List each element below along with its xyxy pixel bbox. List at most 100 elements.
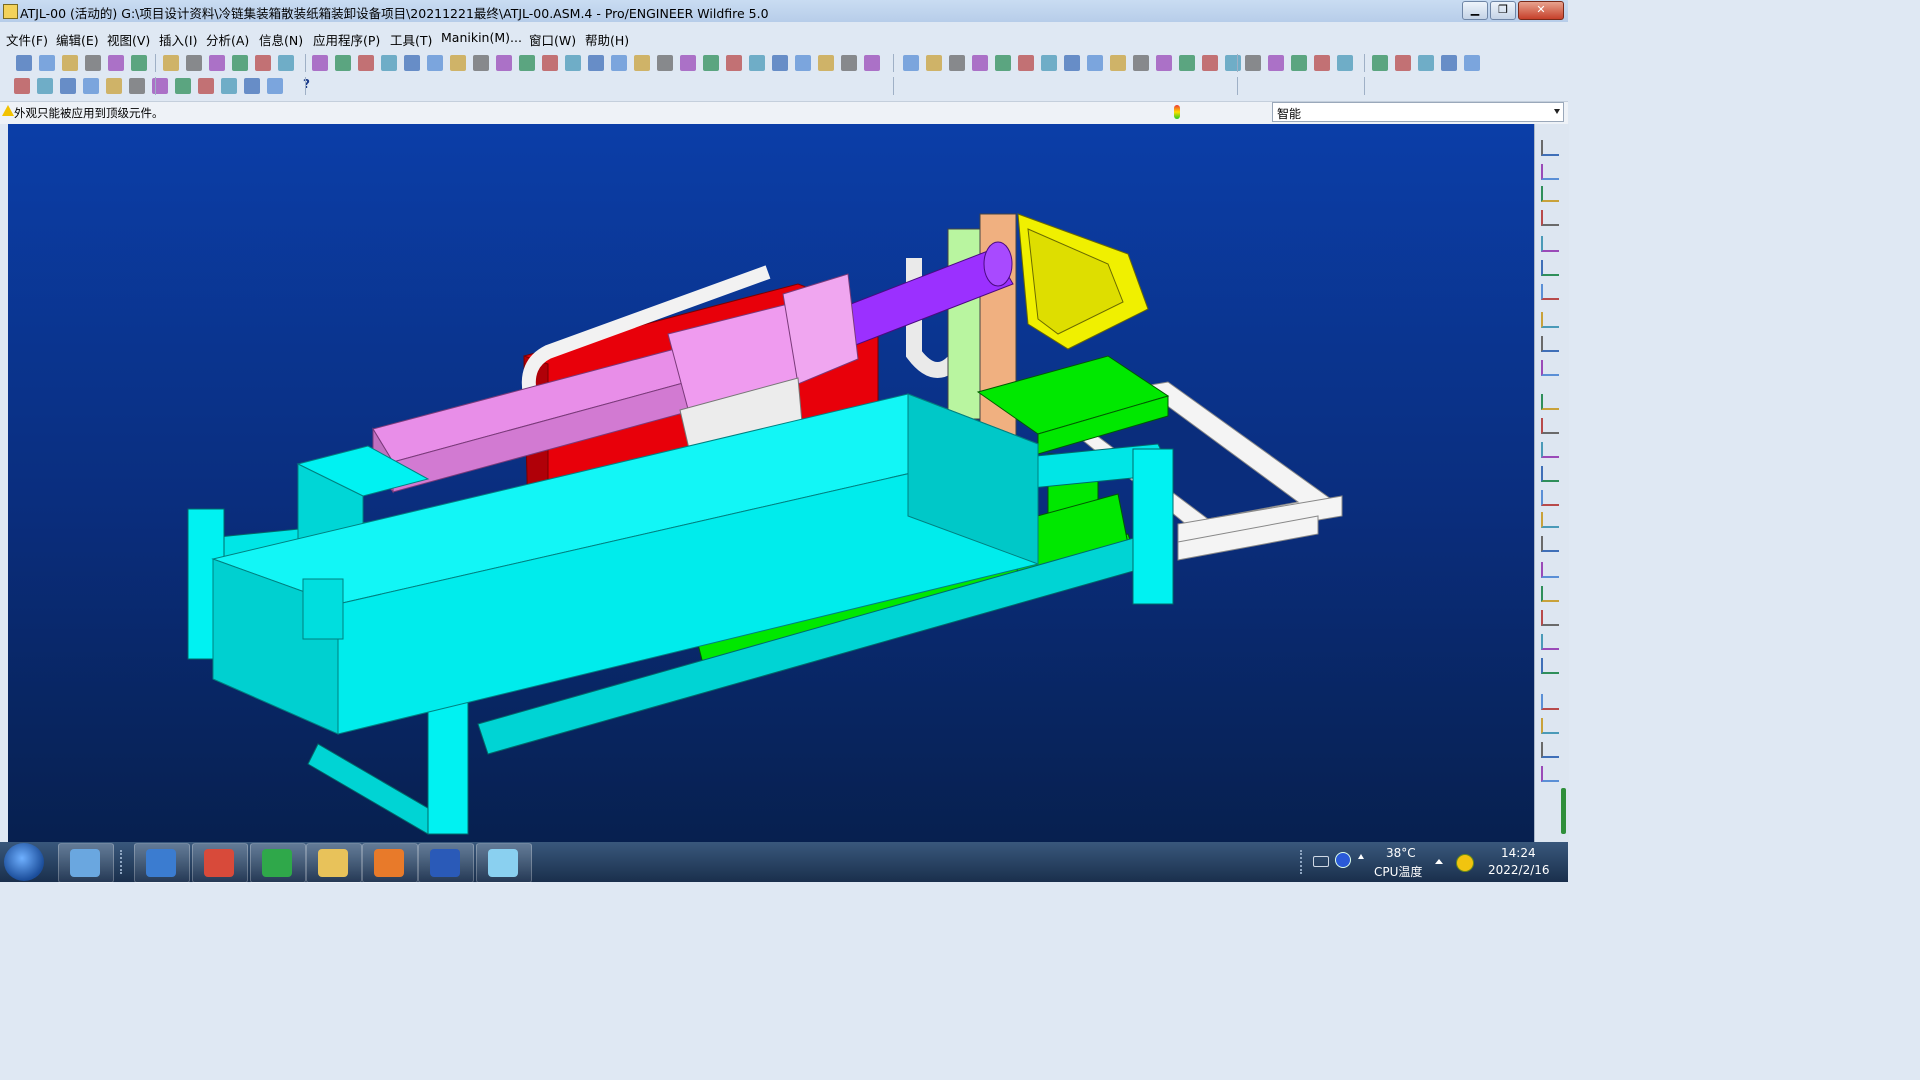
toolbar-tool-icon[interactable] (16, 55, 32, 71)
minimize-button[interactable]: ▁ (1462, 1, 1488, 20)
toolbar-tool-icon[interactable] (404, 55, 420, 71)
feature-tool-icon[interactable] (1541, 284, 1559, 300)
toolbar-tool-icon[interactable] (106, 78, 122, 94)
toolbar-tool-icon[interactable] (278, 55, 294, 71)
toolbar-tool-icon[interactable] (1225, 55, 1241, 71)
feature-tool-icon[interactable] (1541, 312, 1559, 328)
graphics-window[interactable] (8, 124, 1534, 842)
feature-tool-icon[interactable] (1541, 336, 1559, 352)
toolbar-tool-icon[interactable] (358, 55, 374, 71)
toolbar-tool-icon[interactable] (175, 78, 191, 94)
menu-edit[interactable]: 编辑(E) (56, 30, 99, 49)
feature-tool-icon[interactable] (1541, 210, 1559, 226)
toolbar-tool-icon[interactable] (680, 55, 696, 71)
toolbar-tool-icon[interactable] (1418, 55, 1434, 71)
feature-tool-icon[interactable] (1541, 140, 1559, 156)
toolbar-tool-icon[interactable] (519, 55, 535, 71)
toolbar-tool-icon[interactable] (186, 55, 202, 71)
toolbar-tool-icon[interactable] (1087, 55, 1103, 71)
toolbar-tool-icon[interactable] (611, 55, 627, 71)
toolbar-tool-icon[interactable] (1395, 55, 1411, 71)
toolbar-tool-icon[interactable] (1064, 55, 1080, 71)
feature-tool-icon[interactable] (1541, 442, 1559, 458)
toolbar-tool-icon[interactable] (39, 55, 55, 71)
feature-tool-icon[interactable] (1541, 394, 1559, 410)
menu-info[interactable]: 信息(N) (259, 30, 303, 49)
toolbar-tool-icon[interactable] (496, 55, 512, 71)
keyboard-icon[interactable] (1313, 856, 1329, 867)
toolbar-tool-icon[interactable] (1156, 55, 1172, 71)
toolbar-tool-icon[interactable] (381, 55, 397, 71)
toolbar-tool-icon[interactable] (1441, 55, 1457, 71)
taskbar-app-ie[interactable] (250, 843, 306, 883)
toolbar-tool-icon[interactable] (634, 55, 650, 71)
toolbar-tool-icon[interactable] (221, 78, 237, 94)
toolbar-tool-icon[interactable] (37, 78, 53, 94)
toolbar-tool-icon[interactable] (1041, 55, 1057, 71)
feature-tool-icon[interactable] (1541, 586, 1559, 602)
toolbar-tool-icon[interactable] (703, 55, 719, 71)
menu-manikin[interactable]: Manikin(M)... (441, 30, 522, 45)
toolbar-tool-icon[interactable] (1268, 55, 1284, 71)
menu-applications[interactable]: 应用程序(P) (313, 30, 380, 49)
toolbar-tool-icon[interactable] (255, 55, 271, 71)
toolbar-tool-icon[interactable] (588, 55, 604, 71)
menu-help[interactable]: 帮助(H) (585, 30, 629, 49)
taskbar-app-pdf[interactable] (362, 843, 418, 883)
taskbar-app-chrome[interactable] (192, 843, 248, 883)
feature-tool-icon[interactable] (1541, 236, 1559, 252)
toolbar-tool-icon[interactable] (1018, 55, 1034, 71)
toolbar-tool-icon[interactable] (1372, 55, 1388, 71)
toolbar-tool-icon[interactable] (1110, 55, 1126, 71)
selection-filter-dropdown[interactable]: 智能 (1272, 102, 1564, 122)
menu-file[interactable]: 文件(F) (6, 30, 48, 49)
toolbar-tool-icon[interactable] (864, 55, 880, 71)
taskbar-app-proe[interactable] (476, 843, 532, 883)
toolbar-tool-icon[interactable] (244, 78, 260, 94)
toolbar-tool-icon[interactable] (818, 55, 834, 71)
toolbar-tool-icon[interactable] (949, 55, 965, 71)
feature-tool-icon[interactable] (1541, 536, 1559, 552)
toolbar-tool-icon[interactable] (1314, 55, 1330, 71)
toolbar-tool-icon[interactable] (60, 78, 76, 94)
feature-tool-icon[interactable] (1541, 694, 1559, 710)
traffic-light-icon[interactable] (1174, 105, 1180, 119)
feature-tool-icon[interactable] (1541, 186, 1559, 202)
toolbar-tool-icon[interactable] (131, 55, 147, 71)
toolbar-tool-icon[interactable] (209, 55, 225, 71)
toolbar-tool-icon[interactable] (198, 78, 214, 94)
menu-analysis[interactable]: 分析(A) (206, 30, 249, 49)
feature-tool-icon[interactable] (1541, 718, 1559, 734)
menu-view[interactable]: 视图(V) (107, 30, 150, 49)
toolbar-tool-icon[interactable] (1202, 55, 1218, 71)
toolbar-tool-icon[interactable] (450, 55, 466, 71)
feature-tool-icon[interactable] (1541, 512, 1559, 528)
toolbar-tool-icon[interactable] (926, 55, 942, 71)
toolbar-tool-icon[interactable] (1337, 55, 1353, 71)
toolbar-tool-icon[interactable] (83, 78, 99, 94)
taskbar-app-explorer[interactable] (306, 843, 362, 883)
menu-insert[interactable]: 插入(I) (159, 30, 197, 49)
show-hidden-icons-icon[interactable] (1435, 859, 1443, 864)
toolbar-tool-icon[interactable] (473, 55, 489, 71)
close-button[interactable]: ✕ (1518, 1, 1564, 20)
taskbar-app-network[interactable] (134, 843, 190, 883)
toolbar-tool-icon[interactable] (657, 55, 673, 71)
toolbar-tool-icon[interactable] (1245, 55, 1261, 71)
toolbar-tool-icon[interactable] (1133, 55, 1149, 71)
toolbar-tool-icon[interactable] (85, 55, 101, 71)
clock-date[interactable]: 2022/2/16 (1488, 863, 1550, 877)
toolbar-tool-icon[interactable] (232, 55, 248, 71)
toolbar-tool-icon[interactable] (312, 55, 328, 71)
clock-time[interactable]: 14:24 (1501, 846, 1536, 860)
toolbar-tool-icon[interactable] (62, 55, 78, 71)
help-tray-icon[interactable] (1335, 852, 1351, 868)
toolbar-tool-icon[interactable] (163, 55, 179, 71)
toolbar-tool-icon[interactable] (542, 55, 558, 71)
toolbar-tool-icon[interactable] (1291, 55, 1307, 71)
feature-tool-icon[interactable] (1541, 418, 1559, 434)
toolbar-tool-icon[interactable] (772, 55, 788, 71)
feature-tool-icon[interactable] (1541, 562, 1559, 578)
feature-tool-icon[interactable] (1541, 164, 1559, 180)
toolbar-tool-icon[interactable] (129, 78, 145, 94)
